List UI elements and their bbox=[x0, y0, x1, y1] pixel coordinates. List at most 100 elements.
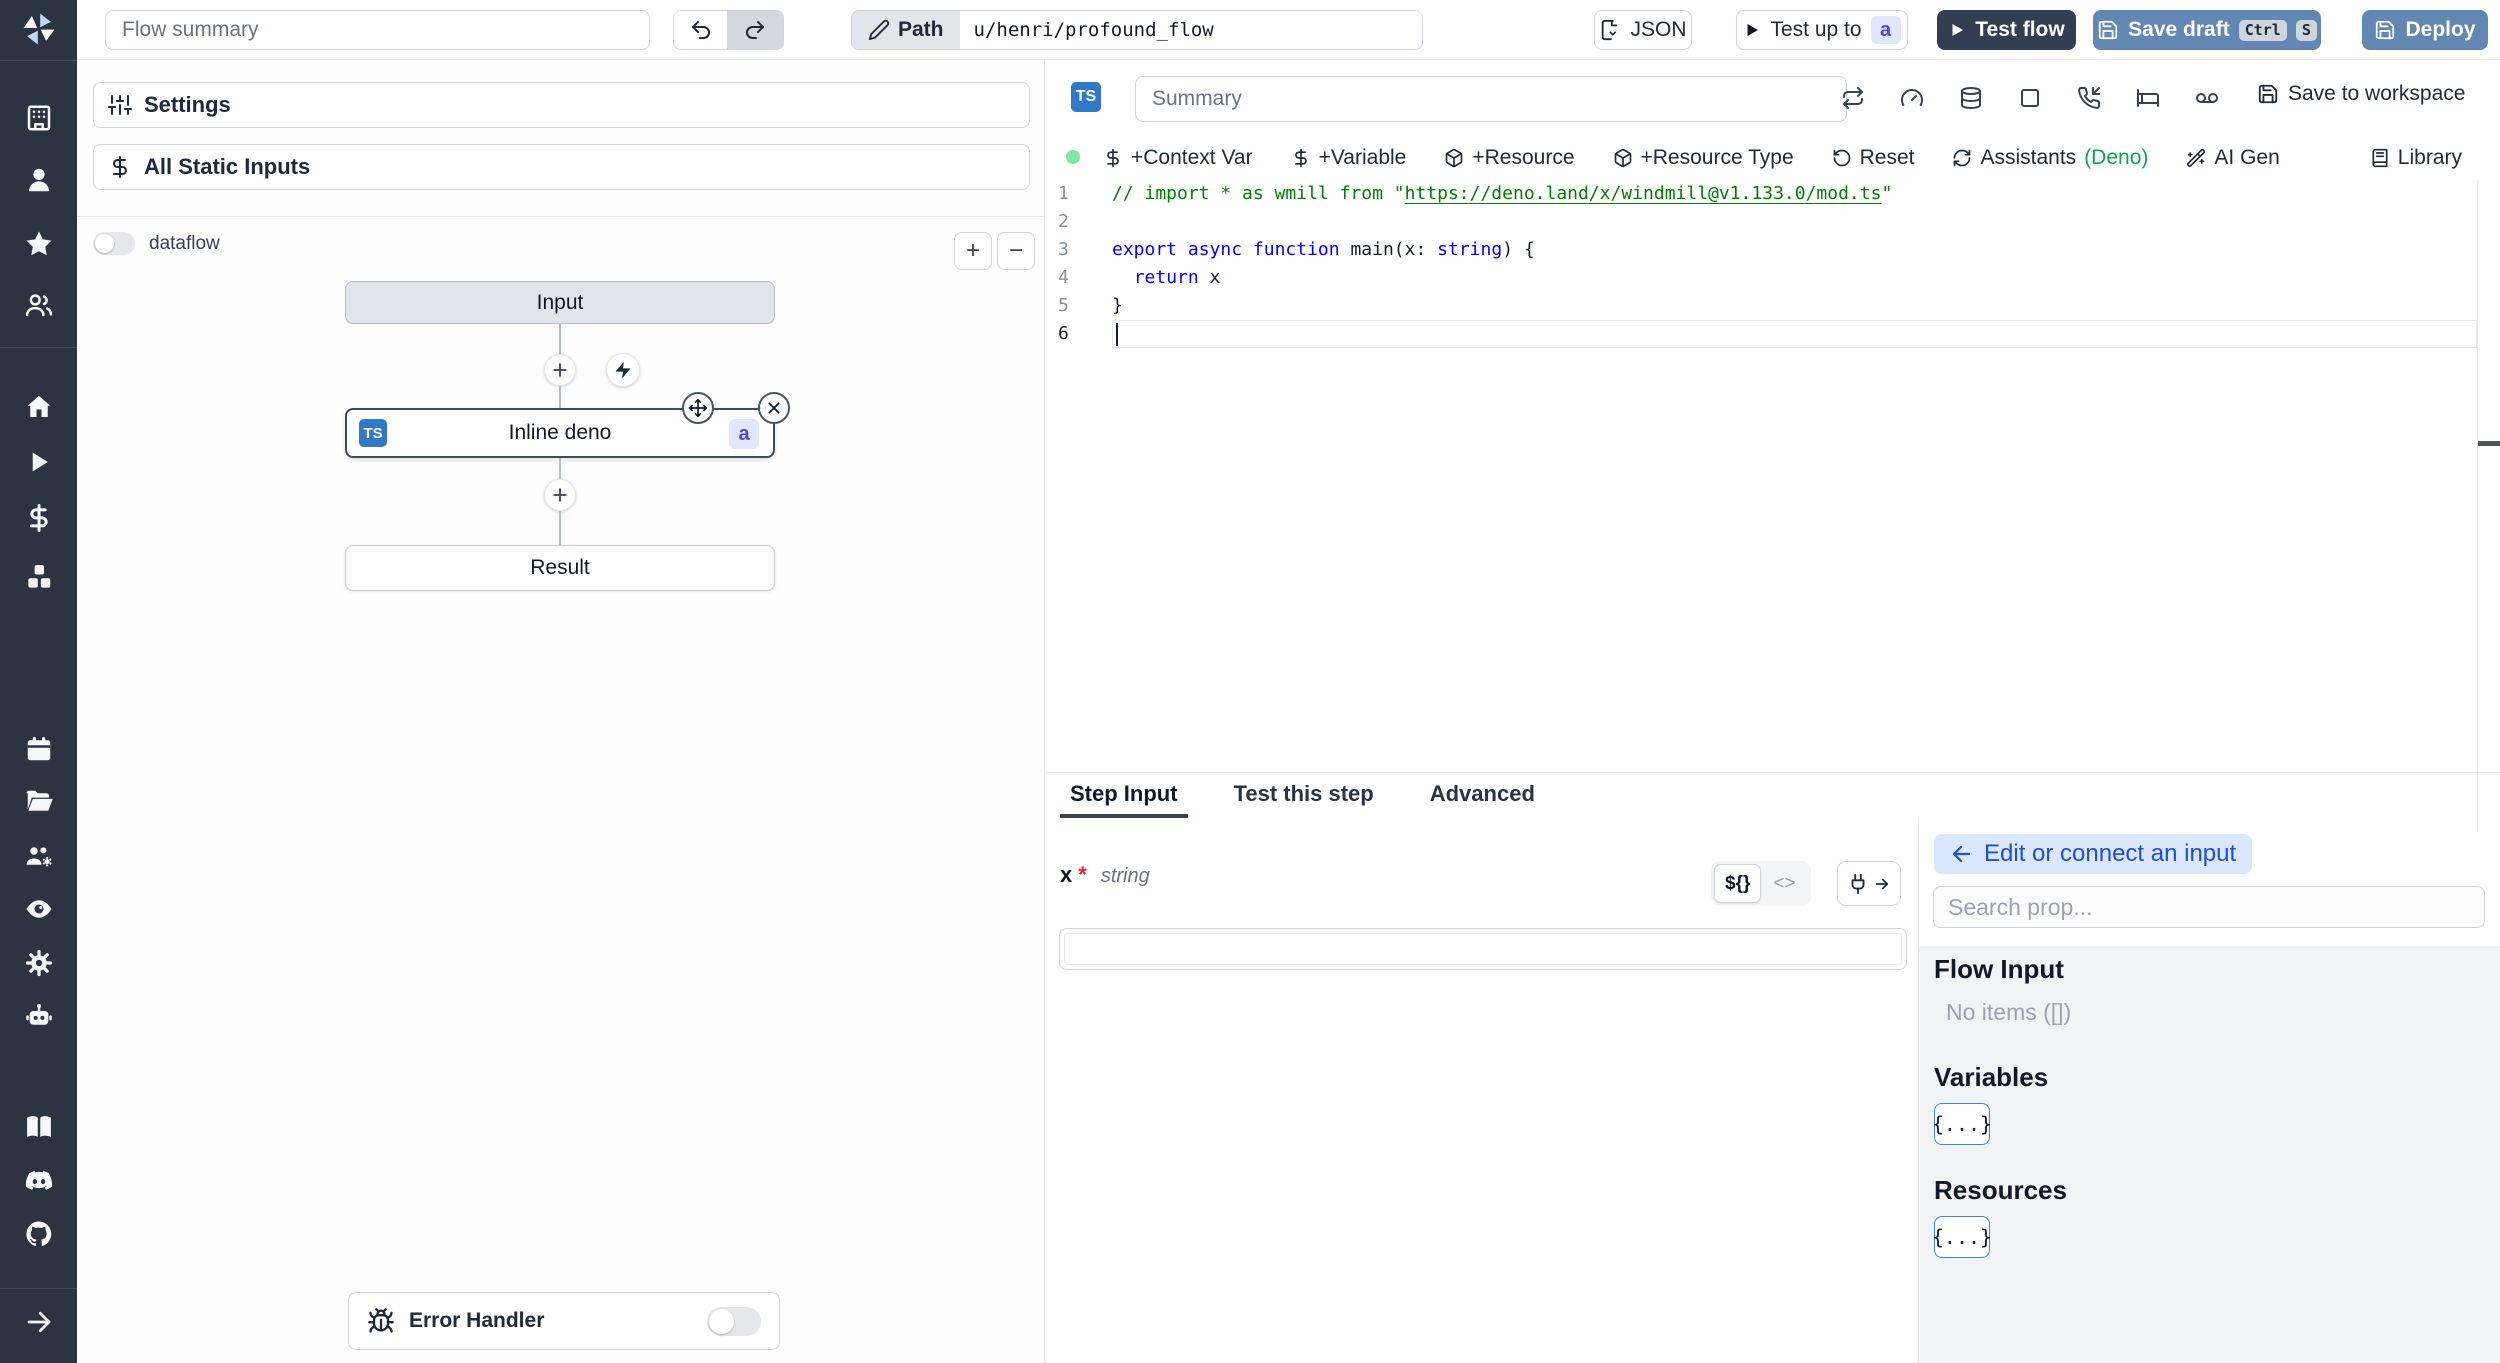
ai-gen-label: AI Gen bbox=[2214, 145, 2280, 169]
flow-edge bbox=[559, 511, 561, 545]
test-flow-button[interactable]: Test flow bbox=[1937, 10, 2076, 50]
code-editor[interactable]: 1// import * as wmill from "https://deno… bbox=[1045, 180, 2500, 832]
connect-input-button[interactable] bbox=[1837, 861, 1901, 906]
windmill-logo-icon[interactable] bbox=[0, 10, 77, 48]
tab-step-input[interactable]: Step Input bbox=[1060, 773, 1188, 818]
sidebar-user-icon[interactable] bbox=[0, 165, 77, 195]
flow-panel: Settings All Static Inputs dataflow + − … bbox=[77, 60, 1045, 1363]
test-up-to-button[interactable]: Test up to a bbox=[1736, 10, 1908, 50]
search-prop-input[interactable] bbox=[1933, 886, 2485, 928]
insert-step-button[interactable] bbox=[544, 354, 576, 386]
save-draft-button[interactable]: Save draft Ctrl S bbox=[2093, 10, 2321, 50]
code-line[interactable]: 4 return x bbox=[1045, 264, 2500, 292]
sidebar-folders-icon[interactable] bbox=[0, 787, 77, 817]
dataflow-toggle[interactable] bbox=[93, 232, 135, 255]
sidebar-divider bbox=[0, 347, 77, 348]
undo-redo-group bbox=[673, 10, 784, 50]
error-handler-label: Error Handler bbox=[409, 1309, 545, 1332]
sidebar-groups-icon[interactable] bbox=[0, 290, 77, 320]
deploy-button[interactable]: Deploy bbox=[2362, 10, 2488, 50]
ai-gen-button[interactable]: AI Gen bbox=[2186, 145, 2280, 170]
sidebar-variables-icon[interactable] bbox=[0, 503, 77, 533]
bug-icon bbox=[368, 1308, 394, 1333]
edit-or-connect-button[interactable]: Edit or connect an input bbox=[1934, 834, 2253, 874]
sidebar-expand-icon[interactable] bbox=[0, 1307, 77, 1337]
edit-or-connect-label: Edit or connect an input bbox=[1984, 840, 2237, 867]
topbar: Path JSON Test up to a Test flow Save dr… bbox=[77, 0, 2500, 60]
sleep-icon[interactable] bbox=[2136, 86, 2160, 110]
sidebar-favorites-icon[interactable] bbox=[0, 229, 77, 259]
graph-zoom-out-button[interactable]: − bbox=[997, 232, 1035, 270]
expr-mode-button[interactable]: ${} bbox=[1714, 864, 1762, 903]
resources-object-chip[interactable]: {...} bbox=[1932, 1216, 1992, 1258]
sidebar-workspace-icon[interactable] bbox=[0, 103, 77, 133]
move-step-button[interactable] bbox=[682, 392, 714, 424]
mock-icon[interactable] bbox=[2195, 86, 2219, 110]
graph-zoom-in-button[interactable]: + bbox=[954, 232, 992, 270]
early-stop-icon[interactable] bbox=[2018, 86, 2042, 110]
all-static-inputs-label: All Static Inputs bbox=[144, 154, 311, 179]
save-to-workspace-label: Save to workspace bbox=[2288, 82, 2466, 105]
undo-button[interactable] bbox=[674, 11, 727, 49]
add-resource-button[interactable]: +Resource bbox=[1444, 146, 1575, 170]
sidebar-schedules-icon[interactable] bbox=[0, 734, 77, 764]
suspend-icon[interactable] bbox=[2077, 86, 2101, 110]
arrow-left-icon bbox=[1952, 845, 1971, 863]
code-line[interactable]: 6 bbox=[1045, 320, 2500, 348]
sidebar-audit-logs-icon[interactable] bbox=[0, 894, 77, 924]
sidebar-discord-icon[interactable] bbox=[0, 1166, 77, 1196]
refresh-icon bbox=[1954, 149, 1971, 166]
add-variable-button[interactable]: +Variable bbox=[1291, 145, 1407, 170]
sidebar-workers-icon[interactable] bbox=[0, 841, 77, 871]
overview-ruler[interactable] bbox=[2477, 180, 2500, 832]
all-static-inputs-button[interactable]: All Static Inputs bbox=[93, 144, 1030, 190]
code-line[interactable]: 2 bbox=[1045, 208, 2500, 236]
variables-object-chip[interactable]: {...} bbox=[1932, 1103, 1992, 1145]
tab-test-this-step[interactable]: Test this step bbox=[1224, 773, 1384, 818]
flow-node-input[interactable]: Input bbox=[345, 281, 775, 324]
sidebar-ai-icon[interactable] bbox=[0, 1001, 77, 1031]
path-input[interactable] bbox=[959, 11, 1422, 49]
sidebar-settings-icon[interactable] bbox=[0, 948, 77, 978]
error-handler-node[interactable]: Error Handler bbox=[348, 1292, 780, 1350]
concurrency-icon[interactable] bbox=[1900, 86, 1924, 110]
error-handler-toggle[interactable] bbox=[707, 1306, 761, 1336]
path-button[interactable]: Path bbox=[852, 11, 960, 49]
step-tabs: Step Input Test this step Advanced bbox=[1045, 772, 2500, 818]
sidebar-resources-icon[interactable] bbox=[0, 562, 77, 592]
flow-settings-button[interactable]: Settings bbox=[93, 82, 1030, 128]
add-context-var-button[interactable]: +Context Var bbox=[1103, 146, 1253, 170]
save-to-workspace-button[interactable]: Save to workspace bbox=[2257, 82, 2465, 106]
flow-node-result[interactable]: Result bbox=[345, 545, 775, 591]
redo-button[interactable] bbox=[727, 11, 783, 49]
add-resource-type-button[interactable]: +Resource Type bbox=[1613, 146, 1794, 170]
code-line[interactable]: 5} bbox=[1045, 292, 2500, 320]
assistants-button[interactable]: Assistants (Deno) bbox=[1952, 146, 2148, 170]
flow-summary-input[interactable] bbox=[105, 10, 650, 50]
plus-icon bbox=[553, 363, 567, 377]
step-summary-input[interactable] bbox=[1135, 76, 1847, 122]
reset-button[interactable]: Reset bbox=[1832, 146, 1914, 170]
json-button[interactable]: JSON bbox=[1594, 10, 1692, 50]
sidebar-github-icon[interactable] bbox=[0, 1219, 77, 1249]
cache-icon[interactable] bbox=[1959, 86, 1983, 110]
add-variable-label: +Variable bbox=[1318, 145, 1407, 169]
trigger-button[interactable] bbox=[606, 353, 640, 387]
code-mode-button[interactable]: <> bbox=[1761, 873, 1807, 895]
sidebar-runs-icon[interactable] bbox=[0, 447, 77, 477]
sidebar-home-icon[interactable] bbox=[0, 392, 77, 422]
tab-advanced[interactable]: Advanced bbox=[1420, 773, 1545, 818]
code-line[interactable]: 1// import * as wmill from "https://deno… bbox=[1045, 180, 2500, 208]
sidebar-docs-icon[interactable] bbox=[0, 1112, 77, 1142]
step-input-value[interactable] bbox=[1064, 933, 1902, 965]
code-line[interactable]: 3 export async function main(x: string) { bbox=[1045, 236, 2500, 264]
retries-icon[interactable] bbox=[1841, 86, 1865, 110]
script-editor-panel: TS Save bbox=[1045, 60, 2500, 1363]
save-icon bbox=[2098, 20, 2118, 40]
delete-step-button[interactable] bbox=[758, 392, 790, 424]
arrow-right-icon bbox=[1875, 878, 1889, 889]
library-button[interactable]: Library bbox=[2370, 135, 2462, 180]
insert-step-button[interactable] bbox=[544, 479, 576, 511]
path-group: Path bbox=[851, 10, 1423, 50]
wand-icon bbox=[2187, 148, 2206, 167]
